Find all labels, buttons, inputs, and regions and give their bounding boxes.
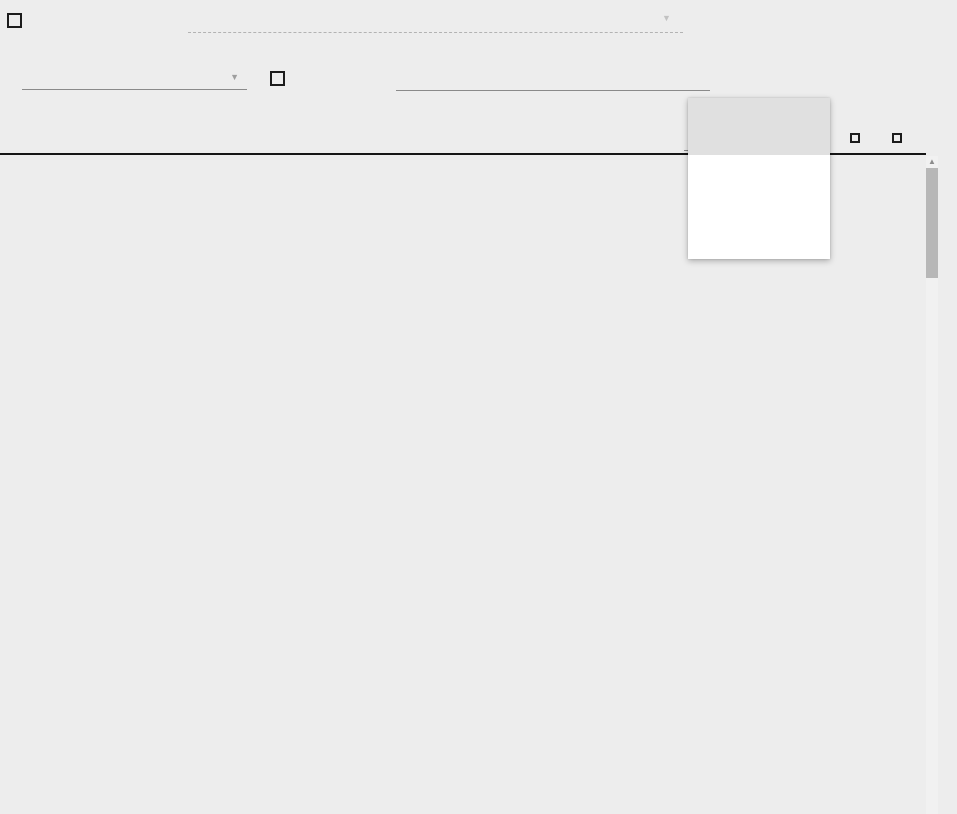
menu-item-standard[interactable] bbox=[688, 98, 830, 155]
reverse-order-checkbox[interactable] bbox=[270, 71, 285, 86]
scrollbar-thumb[interactable] bbox=[926, 168, 938, 278]
menu-item-quantiles[interactable] bbox=[688, 155, 830, 207]
chart-type-menu bbox=[688, 98, 830, 259]
compare-with-input[interactable] bbox=[188, 8, 683, 33]
scrollbar-up-arrow-icon[interactable]: ▲ bbox=[927, 157, 937, 167]
menu-item-value-list-length[interactable] bbox=[688, 207, 830, 259]
expand-checkbox[interactable] bbox=[892, 133, 902, 143]
name-filter-input[interactable] bbox=[396, 66, 710, 91]
log-checkbox[interactable] bbox=[850, 133, 860, 143]
compare-dropdown-arrow-icon: ▼ bbox=[662, 13, 671, 23]
compare-mode-checkbox[interactable] bbox=[7, 13, 22, 28]
sort-dropdown-arrow-icon: ▼ bbox=[230, 72, 239, 82]
sort-select[interactable]: ▼ bbox=[22, 65, 247, 90]
